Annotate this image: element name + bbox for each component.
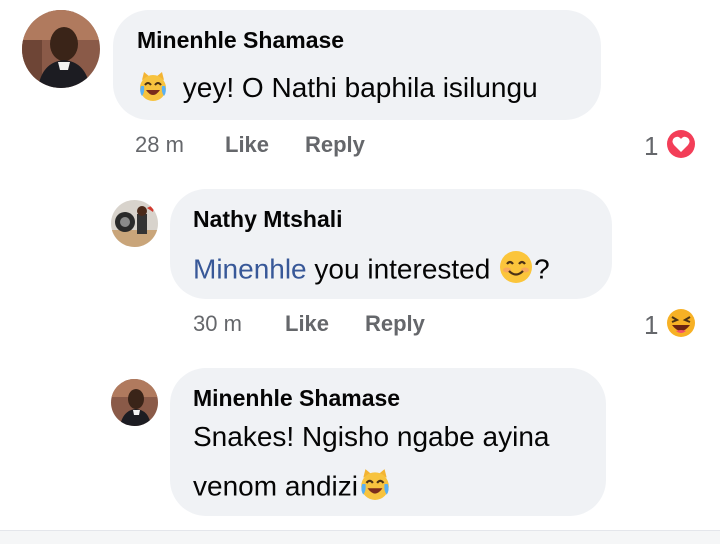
comment-text-end: ? (534, 253, 550, 285)
divider (0, 530, 720, 544)
smiling-face-emoji-icon (498, 249, 534, 293)
comment-text: venom andizi (193, 467, 392, 509)
comment-author[interactable]: Minenhle Shamase (137, 27, 344, 54)
comment-text-line: Snakes! Ngisho ngabe ayina (193, 421, 550, 452)
avatar[interactable] (111, 200, 158, 247)
haha-reaction-icon[interactable] (664, 306, 698, 340)
comment-text: yey! O Nathi baphila isilungu (137, 70, 538, 110)
avatar[interactable] (22, 10, 100, 88)
comment-text-content: yey! O Nathi baphila isilungu (182, 72, 538, 104)
comment-text-content: venom andizi (193, 470, 358, 502)
reaction-count[interactable]: 1 (644, 310, 658, 341)
joy-cat-emoji-icon (358, 467, 392, 509)
comment-text: Minenhle you interested ? (193, 249, 550, 293)
reply-button[interactable]: Reply (305, 132, 365, 158)
like-button[interactable]: Like (225, 132, 269, 158)
like-button[interactable]: Like (285, 311, 329, 337)
comment-time[interactable]: 28 m (135, 132, 184, 158)
love-reaction-icon[interactable] (664, 127, 698, 161)
reply-button[interactable]: Reply (365, 311, 425, 337)
comment-author[interactable]: Minenhle Shamase (193, 385, 400, 412)
comment-time[interactable]: 30 m (193, 311, 242, 337)
comment-text-content: you interested (306, 253, 499, 285)
reaction-count[interactable]: 1 (644, 131, 658, 162)
joy-cat-emoji-icon (137, 70, 169, 110)
comment-author[interactable]: Nathy Mtshali (193, 206, 343, 233)
avatar[interactable] (111, 379, 158, 426)
mention-link[interactable]: Minenhle (193, 253, 307, 284)
